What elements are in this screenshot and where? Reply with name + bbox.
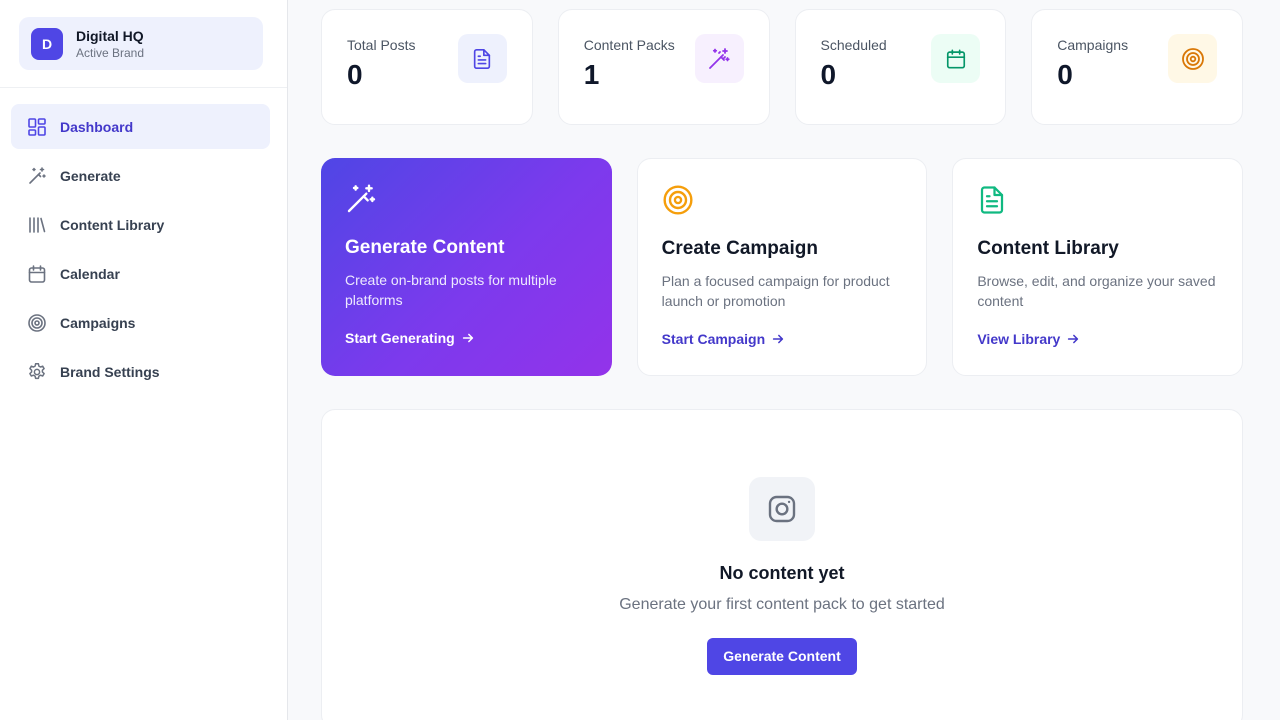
stat-card-scheduled: Scheduled 0 <box>794 9 1007 125</box>
sidebar-item-label: Content Library <box>60 216 165 233</box>
document-icon <box>977 183 1011 217</box>
start-campaign-link[interactable]: Start Campaign <box>662 331 785 347</box>
dashboard-icon <box>27 117 47 137</box>
magic-wand-icon <box>345 182 379 216</box>
action-card-generate-content[interactable]: Generate Content Create on-brand posts f… <box>321 158 612 376</box>
action-description: Browse, edit, and organize your saved co… <box>977 273 1216 309</box>
quick-actions: Generate Content Create on-brand posts f… <box>321 158 1244 376</box>
sidebar-item-calendar[interactable]: Calendar <box>11 251 270 296</box>
action-card-content-library[interactable]: Content Library Browse, edit, and organi… <box>952 158 1244 376</box>
sidebar-item-content-library[interactable]: Content Library <box>11 202 270 247</box>
target-icon <box>662 183 696 217</box>
target-icon <box>27 313 47 333</box>
target-icon <box>1168 34 1217 83</box>
sidebar-item-dashboard[interactable]: Dashboard <box>11 104 270 149</box>
stats-row: Total Posts 0 Content Packs 1 Scheduled … <box>321 9 1243 125</box>
action-link-label: View Library <box>977 331 1061 347</box>
stat-card-content-packs: Content Packs 1 <box>557 9 770 125</box>
action-link-label: Start Campaign <box>661 331 766 347</box>
sidebar-item-brand-settings[interactable]: Brand Settings <box>11 349 270 394</box>
brand-name: Digital HQ <box>76 27 144 44</box>
stat-card-total-posts: Total Posts 0 <box>321 9 533 125</box>
sidebar-item-label: Brand Settings <box>60 363 160 380</box>
arrow-right-icon <box>772 334 784 344</box>
arrow-right-icon <box>462 333 473 343</box>
action-link-label: Start Generating <box>345 330 455 346</box>
empty-state-subtitle: Generate your first content pack to get … <box>619 596 945 613</box>
action-title: Create Campaign <box>661 238 818 259</box>
calendar-icon <box>931 34 981 83</box>
sidebar-item-label: Dashboard <box>60 118 134 135</box>
view-library-link[interactable]: View Library <box>977 331 1080 347</box>
brand-section: D Digital HQ Active Brand <box>0 0 287 88</box>
magic-wand-icon <box>27 166 47 186</box>
empty-state: No content yet Generate your first conte… <box>321 409 1243 720</box>
brand-avatar: D <box>31 27 63 60</box>
action-card-create-campaign[interactable]: Create Campaign Plan a focused campaign … <box>636 158 928 376</box>
action-description: Create on-brand posts for multiple platf… <box>345 272 557 308</box>
brand-status: Active Brand <box>76 45 145 60</box>
sidebar-item-label: Campaigns <box>60 314 136 331</box>
library-icon <box>27 215 47 235</box>
sidebar-item-label: Generate <box>60 167 121 184</box>
action-title: Content Library <box>977 238 1119 259</box>
sidebar-nav: Dashboard Generate Content Library Calen… <box>0 88 287 394</box>
sidebar: D Digital HQ Active Brand Dashboard Gene… <box>0 0 288 720</box>
sidebar-item-campaigns[interactable]: Campaigns <box>11 300 270 345</box>
magic-wand-icon <box>694 34 744 83</box>
stat-card-campaigns: Campaigns 0 <box>1031 9 1243 125</box>
empty-state-title: No content yet <box>719 563 845 583</box>
gear-icon <box>27 362 47 382</box>
calendar-icon <box>27 264 47 284</box>
document-icon <box>457 34 507 83</box>
main-content: Total Posts 0 Content Packs 1 Scheduled … <box>321 9 1244 720</box>
arrow-right-icon <box>1068 334 1079 344</box>
sidebar-item-generate[interactable]: Generate <box>11 153 270 198</box>
sidebar-item-label: Calendar <box>60 265 120 282</box>
generate-content-button[interactable]: Generate Content <box>707 638 857 675</box>
brand-text: Digital HQ Active Brand <box>76 27 144 61</box>
brand-switcher[interactable]: D Digital HQ Active Brand <box>19 17 263 70</box>
action-description: Plan a focused campaign for product laun… <box>661 273 890 309</box>
action-title: Generate Content <box>345 237 505 258</box>
instagram-icon <box>749 477 815 541</box>
start-generating-link[interactable]: Start Generating <box>345 330 475 346</box>
